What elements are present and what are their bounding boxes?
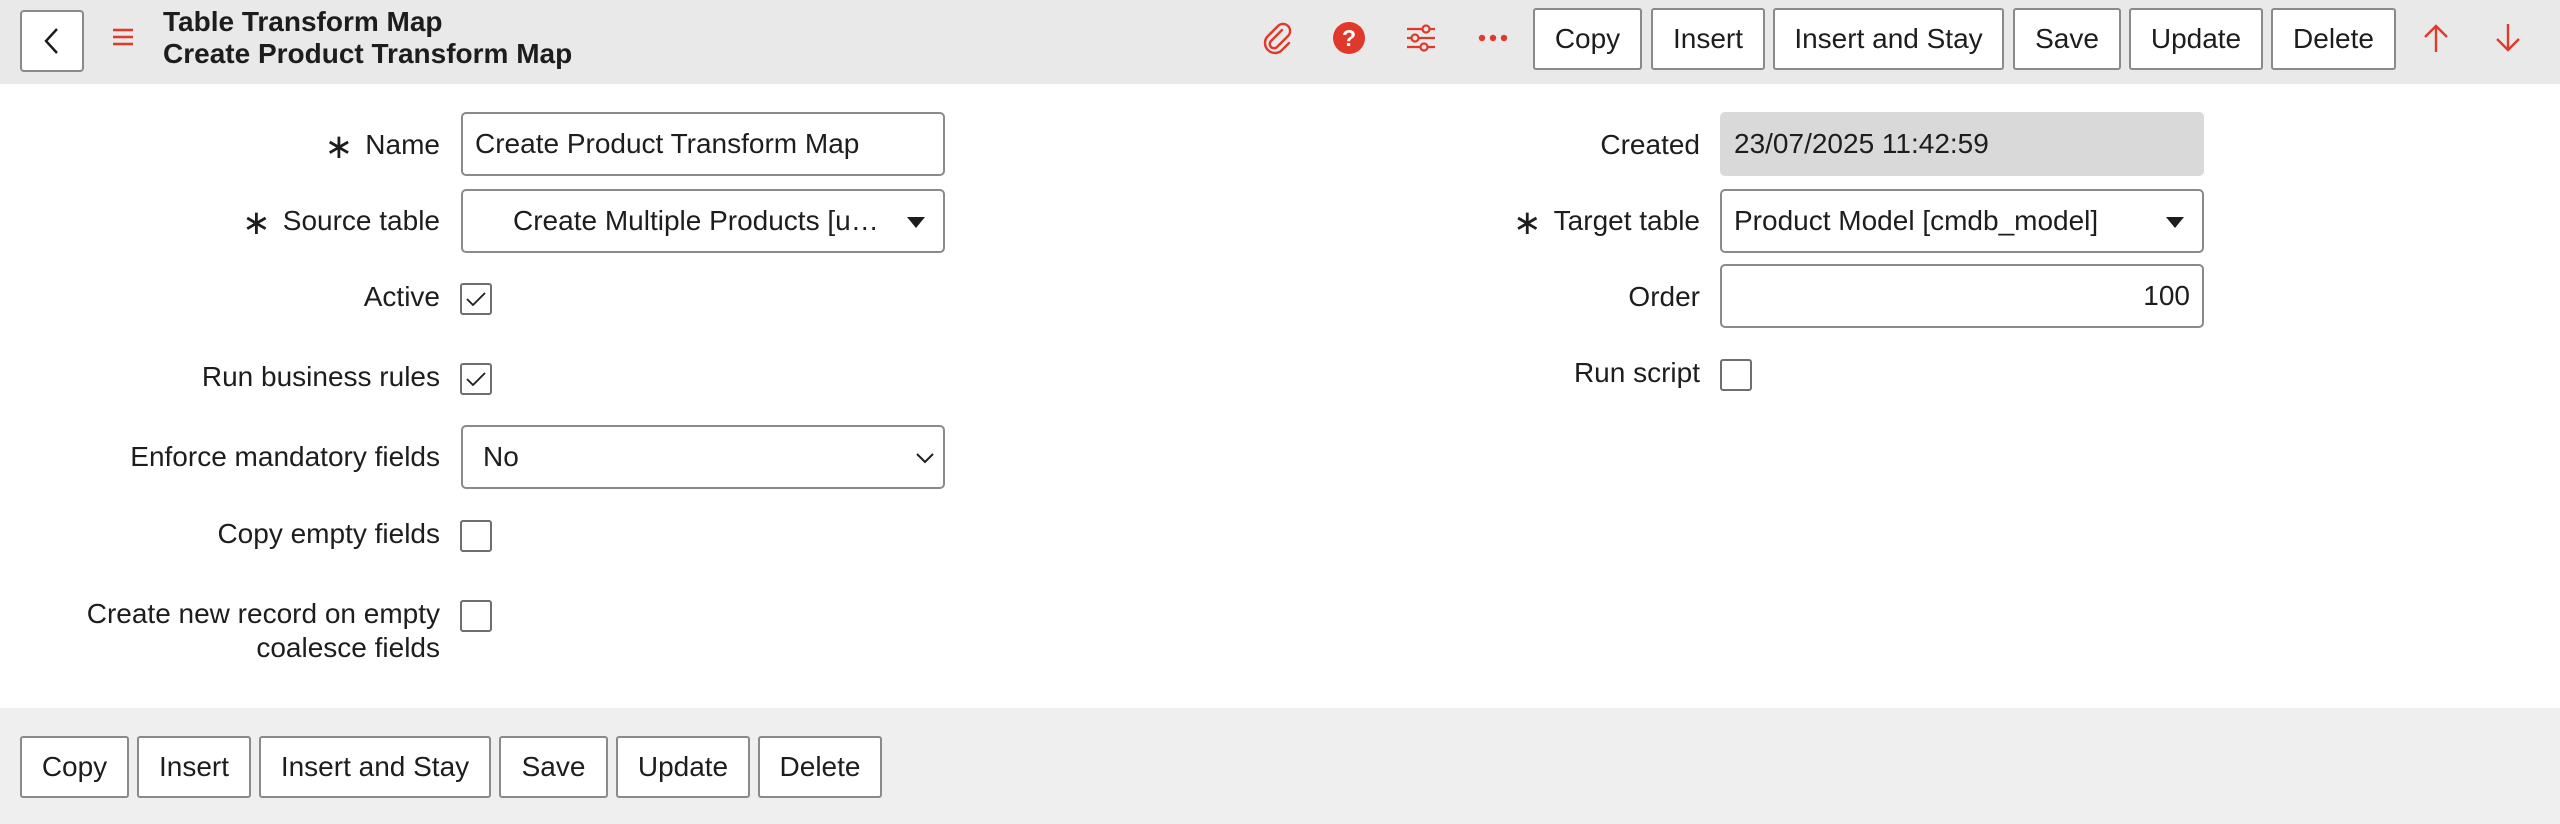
footer-save-button[interactable]: Save — [499, 736, 608, 798]
source-table-label: ∗ Source table — [242, 204, 440, 242]
create-new-record-checkbox[interactable] — [460, 600, 492, 632]
header-save-button[interactable]: Save — [2013, 8, 2121, 70]
form-header: Table Transform Map Create Product Trans… — [0, 0, 2560, 84]
back-button[interactable] — [20, 10, 84, 72]
required-icon: ∗ — [324, 128, 354, 166]
checkmark-icon — [466, 372, 486, 387]
menu-icon[interactable] — [110, 22, 136, 52]
create-new-record-label-line1: Create new record on empty — [86, 598, 440, 629]
run-script-label: Run script — [1573, 357, 1700, 388]
page-title: Table Transform Map Create Product Trans… — [163, 6, 572, 70]
settings-sliders-icon[interactable] — [1401, 18, 1441, 58]
footer-delete-button[interactable]: Delete — [758, 736, 882, 798]
created-field: 23/07/2025 11:42:59 — [1720, 112, 2204, 176]
order-input[interactable]: 100 — [1720, 264, 2204, 328]
record-type-title: Table Transform Map — [163, 6, 443, 37]
help-icon[interactable]: ? — [1329, 18, 1369, 58]
created-label: Created — [1600, 129, 1700, 160]
header-insert-and-stay-button[interactable]: Insert and Stay — [1773, 8, 2004, 70]
copy-empty-fields-label: Copy empty fields — [217, 518, 440, 549]
header-delete-button[interactable]: Delete — [2271, 8, 2396, 70]
name-input[interactable]: Create Product Transform Map — [461, 112, 945, 176]
paperclip-icon[interactable] — [1257, 18, 1297, 58]
create-new-record-label: Create new record on empty coalesce fiel… — [87, 597, 440, 665]
required-icon: ∗ — [242, 204, 271, 242]
header-insert-button[interactable]: Insert — [1651, 8, 1765, 70]
active-label: Active — [363, 281, 440, 312]
source-table-value: Create Multiple Products [u… — [513, 205, 879, 236]
required-icon: ∗ — [1513, 204, 1542, 242]
chevron-down-icon — [916, 453, 934, 464]
arrow-down-icon[interactable] — [2488, 18, 2528, 58]
target-table-select[interactable]: Product Model [cmdb_model] — [1720, 189, 2204, 253]
order-label: Order — [1628, 281, 1700, 312]
footer-copy-button[interactable]: Copy — [20, 736, 129, 798]
copy-empty-fields-checkbox[interactable] — [460, 520, 492, 552]
footer-insert-button[interactable]: Insert — [137, 736, 251, 798]
form-footer: Copy Insert Insert and Stay Save Update … — [0, 708, 2560, 824]
arrow-up-icon[interactable] — [2416, 18, 2456, 58]
footer-insert-and-stay-button[interactable]: Insert and Stay — [259, 736, 491, 798]
active-checkbox[interactable] — [460, 283, 492, 315]
back-icon — [44, 28, 58, 54]
enforce-mandatory-fields-select[interactable]: No — [461, 425, 945, 489]
header-update-button[interactable]: Update — [2129, 8, 2263, 70]
header-copy-button[interactable]: Copy — [1533, 8, 1642, 70]
name-label: ∗ Name — [324, 128, 440, 166]
source-table-select[interactable]: Create Multiple Products [u… — [461, 189, 945, 253]
run-business-rules-checkbox[interactable] — [460, 363, 492, 395]
svg-text:?: ? — [1342, 25, 1356, 51]
dropdown-caret-icon — [907, 217, 925, 228]
footer-update-button[interactable]: Update — [616, 736, 750, 798]
target-table-label: ∗ Target table — [1513, 204, 1700, 242]
checkmark-icon — [466, 292, 486, 307]
create-new-record-label-line2: coalesce fields — [256, 632, 440, 663]
target-table-value: Product Model [cmdb_model] — [1734, 205, 2099, 236]
enforce-mandatory-fields-value: No — [483, 441, 519, 472]
run-business-rules-label: Run business rules — [201, 361, 440, 392]
more-icon[interactable] — [1473, 18, 1513, 58]
run-script-checkbox[interactable] — [1720, 359, 1752, 391]
dropdown-caret-icon — [2166, 217, 2184, 228]
enforce-mandatory-fields-label: Enforce mandatory fields — [130, 441, 440, 472]
record-name-title: Create Product Transform Map — [163, 38, 573, 69]
